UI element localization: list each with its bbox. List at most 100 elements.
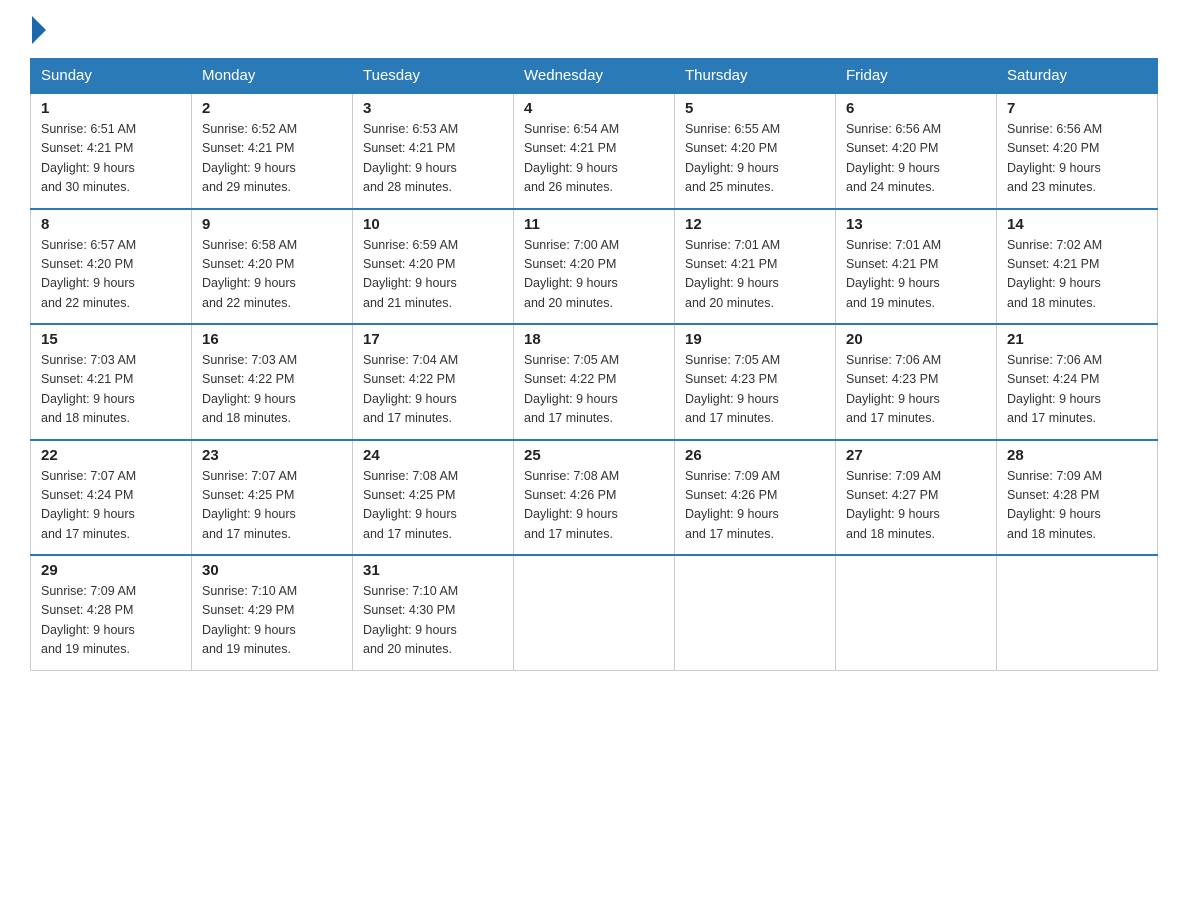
calendar-cell: 29 Sunrise: 7:09 AMSunset: 4:28 PMDayligh… — [31, 555, 192, 670]
day-number: 1 — [41, 100, 181, 117]
calendar-cell: 6 Sunrise: 6:56 AMSunset: 4:20 PMDaylight… — [836, 93, 997, 209]
day-info: Sunrise: 7:09 AMSunset: 4:26 PMDaylight:… — [685, 467, 825, 545]
day-info: Sunrise: 7:07 AMSunset: 4:25 PMDaylight:… — [202, 467, 342, 545]
day-info: Sunrise: 7:09 AMSunset: 4:28 PMDaylight:… — [41, 582, 181, 660]
day-info: Sunrise: 7:10 AMSunset: 4:29 PMDaylight:… — [202, 582, 342, 660]
day-number: 2 — [202, 100, 342, 117]
calendar-week-4: 22 Sunrise: 7:07 AMSunset: 4:24 PMDayligh… — [31, 440, 1158, 556]
calendar-cell: 13 Sunrise: 7:01 AMSunset: 4:21 PMDayligh… — [836, 209, 997, 325]
calendar-week-3: 15 Sunrise: 7:03 AMSunset: 4:21 PMDayligh… — [31, 324, 1158, 440]
calendar-cell: 30 Sunrise: 7:10 AMSunset: 4:29 PMDayligh… — [192, 555, 353, 670]
header-day-saturday: Saturday — [997, 59, 1158, 94]
day-info: Sunrise: 7:10 AMSunset: 4:30 PMDaylight:… — [363, 582, 503, 660]
day-info: Sunrise: 7:09 AMSunset: 4:27 PMDaylight:… — [846, 467, 986, 545]
day-number: 20 — [846, 331, 986, 348]
day-info: Sunrise: 7:00 AMSunset: 4:20 PMDaylight:… — [524, 236, 664, 314]
day-number: 9 — [202, 216, 342, 233]
day-number: 19 — [685, 331, 825, 348]
calendar-cell: 18Sunrise: 7:05 AMSunset: 4:22 PMDayligh… — [514, 324, 675, 440]
calendar-week-1: 1 Sunrise: 6:51 AMSunset: 4:21 PMDaylight… — [31, 93, 1158, 209]
calendar-body: 1 Sunrise: 6:51 AMSunset: 4:21 PMDaylight… — [31, 93, 1158, 670]
day-info: Sunrise: 6:59 AMSunset: 4:20 PMDaylight:… — [363, 236, 503, 314]
calendar-cell: 24Sunrise: 7:08 AMSunset: 4:25 PMDayligh… — [353, 440, 514, 556]
calendar-header: SundayMondayTuesdayWednesdayThursdayFrid… — [31, 59, 1158, 94]
calendar-week-2: 8 Sunrise: 6:57 AMSunset: 4:20 PMDaylight… — [31, 209, 1158, 325]
day-info: Sunrise: 7:06 AMSunset: 4:23 PMDaylight:… — [846, 351, 986, 429]
day-info: Sunrise: 6:52 AMSunset: 4:21 PMDaylight:… — [202, 120, 342, 198]
header-day-tuesday: Tuesday — [353, 59, 514, 94]
day-info: Sunrise: 6:55 AMSunset: 4:20 PMDaylight:… — [685, 120, 825, 198]
calendar-cell — [836, 555, 997, 670]
day-number: 23 — [202, 447, 342, 464]
day-number: 16 — [202, 331, 342, 348]
day-info: Sunrise: 7:08 AMSunset: 4:26 PMDaylight:… — [524, 467, 664, 545]
day-info: Sunrise: 6:56 AMSunset: 4:20 PMDaylight:… — [846, 120, 986, 198]
day-info: Sunrise: 6:57 AMSunset: 4:20 PMDaylight:… — [41, 236, 181, 314]
calendar-cell: 11 Sunrise: 7:00 AMSunset: 4:20 PMDayligh… — [514, 209, 675, 325]
logo-triangle-icon — [32, 16, 46, 44]
calendar-week-5: 29 Sunrise: 7:09 AMSunset: 4:28 PMDayligh… — [31, 555, 1158, 670]
calendar-cell: 26Sunrise: 7:09 AMSunset: 4:26 PMDayligh… — [675, 440, 836, 556]
day-info: Sunrise: 7:07 AMSunset: 4:24 PMDaylight:… — [41, 467, 181, 545]
calendar-cell — [675, 555, 836, 670]
calendar-cell: 14Sunrise: 7:02 AMSunset: 4:21 PMDayligh… — [997, 209, 1158, 325]
day-number: 29 — [41, 562, 181, 579]
day-number: 30 — [202, 562, 342, 579]
day-info: Sunrise: 7:04 AMSunset: 4:22 PMDaylight:… — [363, 351, 503, 429]
day-number: 10 — [363, 216, 503, 233]
header-day-sunday: Sunday — [31, 59, 192, 94]
day-number: 12 — [685, 216, 825, 233]
calendar-cell: 16 Sunrise: 7:03 AMSunset: 4:22 PMDayligh… — [192, 324, 353, 440]
day-number: 21 — [1007, 331, 1147, 348]
day-number: 24 — [363, 447, 503, 464]
day-number: 7 — [1007, 100, 1147, 117]
day-info: Sunrise: 7:01 AMSunset: 4:21 PMDaylight:… — [846, 236, 986, 314]
day-number: 4 — [524, 100, 664, 117]
day-number: 5 — [685, 100, 825, 117]
calendar-cell: 9 Sunrise: 6:58 AMSunset: 4:20 PMDaylight… — [192, 209, 353, 325]
day-info: Sunrise: 6:58 AMSunset: 4:20 PMDaylight:… — [202, 236, 342, 314]
day-number: 13 — [846, 216, 986, 233]
calendar-cell: 21 Sunrise: 7:06 AMSunset: 4:24 PMDayligh… — [997, 324, 1158, 440]
calendar-cell: 3 Sunrise: 6:53 AMSunset: 4:21 PMDaylight… — [353, 93, 514, 209]
page-header — [30, 20, 1158, 38]
calendar-cell: 12 Sunrise: 7:01 AMSunset: 4:21 PMDayligh… — [675, 209, 836, 325]
calendar-cell: 2 Sunrise: 6:52 AMSunset: 4:21 PMDaylight… — [192, 93, 353, 209]
day-info: Sunrise: 6:51 AMSunset: 4:21 PMDaylight:… — [41, 120, 181, 198]
header-day-friday: Friday — [836, 59, 997, 94]
header-row: SundayMondayTuesdayWednesdayThursdayFrid… — [31, 59, 1158, 94]
calendar-cell: 27 Sunrise: 7:09 AMSunset: 4:27 PMDayligh… — [836, 440, 997, 556]
day-number: 15 — [41, 331, 181, 348]
day-info: Sunrise: 7:02 AMSunset: 4:21 PMDaylight:… — [1007, 236, 1147, 314]
day-info: Sunrise: 7:01 AMSunset: 4:21 PMDaylight:… — [685, 236, 825, 314]
day-number: 3 — [363, 100, 503, 117]
day-info: Sunrise: 7:05 AMSunset: 4:23 PMDaylight:… — [685, 351, 825, 429]
calendar-cell: 10 Sunrise: 6:59 AMSunset: 4:20 PMDayligh… — [353, 209, 514, 325]
calendar-cell: 4 Sunrise: 6:54 AMSunset: 4:21 PMDaylight… — [514, 93, 675, 209]
day-number: 17 — [363, 331, 503, 348]
day-number: 6 — [846, 100, 986, 117]
day-number: 27 — [846, 447, 986, 464]
calendar-cell — [997, 555, 1158, 670]
calendar-cell — [514, 555, 675, 670]
day-info: Sunrise: 7:06 AMSunset: 4:24 PMDaylight:… — [1007, 351, 1147, 429]
calendar-cell: 22 Sunrise: 7:07 AMSunset: 4:24 PMDayligh… — [31, 440, 192, 556]
day-info: Sunrise: 6:53 AMSunset: 4:21 PMDaylight:… — [363, 120, 503, 198]
calendar-cell: 20 Sunrise: 7:06 AMSunset: 4:23 PMDayligh… — [836, 324, 997, 440]
day-number: 11 — [524, 216, 664, 233]
header-day-wednesday: Wednesday — [514, 59, 675, 94]
day-info: Sunrise: 7:03 AMSunset: 4:22 PMDaylight:… — [202, 351, 342, 429]
day-info: Sunrise: 7:03 AMSunset: 4:21 PMDaylight:… — [41, 351, 181, 429]
calendar-cell: 23 Sunrise: 7:07 AMSunset: 4:25 PMDayligh… — [192, 440, 353, 556]
calendar-cell: 15 Sunrise: 7:03 AMSunset: 4:21 PMDayligh… — [31, 324, 192, 440]
day-info: Sunrise: 6:54 AMSunset: 4:21 PMDaylight:… — [524, 120, 664, 198]
day-number: 8 — [41, 216, 181, 233]
day-number: 18 — [524, 331, 664, 348]
calendar-cell: 5 Sunrise: 6:55 AMSunset: 4:20 PMDaylight… — [675, 93, 836, 209]
day-number: 22 — [41, 447, 181, 464]
calendar-table: SundayMondayTuesdayWednesdayThursdayFrid… — [30, 58, 1158, 671]
day-info: Sunrise: 6:56 AMSunset: 4:20 PMDaylight:… — [1007, 120, 1147, 198]
calendar-cell: 1 Sunrise: 6:51 AMSunset: 4:21 PMDaylight… — [31, 93, 192, 209]
calendar-cell: 17 Sunrise: 7:04 AMSunset: 4:22 PMDayligh… — [353, 324, 514, 440]
logo — [30, 20, 46, 38]
